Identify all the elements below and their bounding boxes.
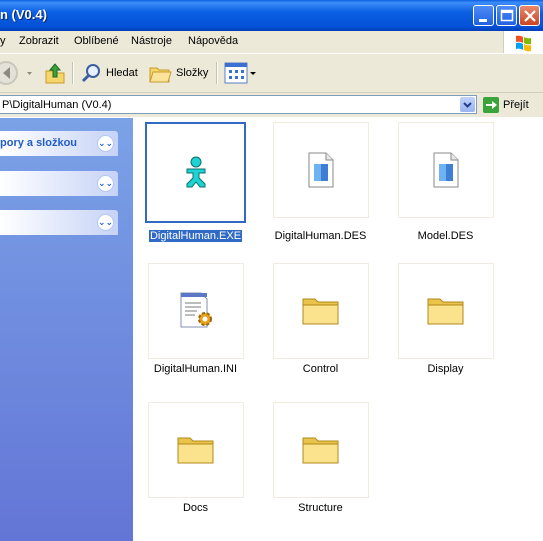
up-folder-icon bbox=[45, 63, 65, 84]
windows-logo bbox=[503, 31, 543, 53]
search-label: Hledat bbox=[106, 67, 138, 79]
thumbnail[interactable] bbox=[148, 402, 244, 498]
address-field[interactable]: P\DigitalHuman (V0.4) bbox=[0, 95, 477, 114]
views-button[interactable] bbox=[224, 60, 258, 86]
windows-flag-icon bbox=[516, 35, 531, 52]
menu-view[interactable]: Zobrazit bbox=[19, 35, 59, 47]
thumbnail[interactable] bbox=[273, 402, 369, 498]
maximize-button[interactable] bbox=[496, 5, 517, 26]
minimize-button[interactable] bbox=[473, 5, 494, 26]
thumbnail[interactable] bbox=[273, 263, 369, 359]
folders-icon bbox=[149, 67, 172, 83]
go-arrow-icon bbox=[483, 97, 499, 113]
close-icon bbox=[524, 10, 536, 22]
thumbnail[interactable] bbox=[398, 122, 494, 218]
thumbnail[interactable] bbox=[148, 263, 244, 359]
exe-person-icon bbox=[186, 156, 205, 187]
up-folder-button[interactable] bbox=[44, 60, 66, 86]
search-button[interactable]: Hledat bbox=[80, 60, 138, 86]
folders-button[interactable]: Složky bbox=[149, 60, 208, 86]
back-arrow-icon bbox=[0, 61, 18, 85]
back-dropdown[interactable] bbox=[26, 60, 34, 86]
thumbnail[interactable] bbox=[145, 122, 246, 223]
folder-icon bbox=[177, 437, 214, 464]
collapse-chevron-icon[interactable]: ⌄⌄ bbox=[97, 135, 114, 152]
expand-chevron-icon[interactable]: ⌄⌄ bbox=[97, 214, 114, 231]
views-icon bbox=[224, 62, 256, 84]
thumbnail[interactable] bbox=[398, 263, 494, 359]
generic-file-icon bbox=[433, 152, 459, 188]
folder-name: Control bbox=[302, 363, 339, 375]
folder-name: Docs bbox=[182, 502, 209, 514]
address-text: P\DigitalHuman (V0.4) bbox=[2, 99, 112, 111]
task-pane: pory a složkou ⌄⌄ ⌄⌄ ⌄⌄ bbox=[0, 118, 133, 541]
menu-favorites[interactable]: Oblíbené bbox=[74, 35, 119, 47]
chevron-down-icon bbox=[463, 102, 472, 108]
task-section-title: pory a složkou bbox=[0, 137, 78, 149]
folder-name: Display bbox=[427, 363, 464, 375]
generic-file-icon bbox=[308, 152, 334, 188]
task-section-file-folder[interactable]: pory a složkou ⌄⌄ bbox=[0, 131, 118, 156]
expand-chevron-icon[interactable]: ⌄⌄ bbox=[97, 175, 114, 192]
menu-file[interactable]: y bbox=[0, 35, 6, 47]
file-name: DigitalHuman.DES bbox=[274, 230, 367, 242]
file-name: Model.DES bbox=[417, 230, 474, 242]
menu-bar: y Zobrazit Oblíbené Nástroje Nápověda bbox=[0, 31, 543, 54]
folder-icon bbox=[302, 437, 339, 464]
folder-name: Structure bbox=[298, 502, 343, 514]
title-bar[interactable]: n (V0.4) bbox=[0, 0, 543, 31]
file-view[interactable]: DigitalHuman.EXE DigitalHuman.DES Model.… bbox=[133, 118, 543, 541]
minimize-icon bbox=[479, 19, 487, 22]
file-name: DigitalHuman.INI bbox=[153, 363, 238, 375]
file-name: DigitalHuman.EXE bbox=[147, 229, 244, 243]
menu-tools[interactable]: Nástroje bbox=[131, 35, 172, 47]
close-button[interactable] bbox=[519, 5, 540, 26]
folder-icon bbox=[302, 298, 339, 325]
search-icon bbox=[81, 64, 100, 83]
address-dropdown-button[interactable] bbox=[460, 97, 475, 112]
maximize-icon bbox=[500, 9, 514, 22]
toolbar: Hledat Složky bbox=[0, 54, 543, 93]
dropdown-arrow-icon bbox=[27, 72, 32, 75]
ini-settings-file-icon bbox=[180, 292, 212, 328]
task-section-details[interactable]: ⌄⌄ bbox=[0, 210, 118, 235]
folders-label: Složky bbox=[176, 67, 209, 79]
thumbnail[interactable] bbox=[273, 122, 369, 218]
task-section-other-places[interactable]: ⌄⌄ bbox=[0, 171, 118, 196]
go-button[interactable]: Přejít bbox=[483, 96, 529, 114]
window-title: n (V0.4) bbox=[0, 7, 47, 22]
menu-help[interactable]: Nápověda bbox=[188, 35, 238, 47]
folder-icon bbox=[427, 298, 464, 325]
back-button[interactable] bbox=[0, 60, 22, 86]
go-label: Přejít bbox=[503, 99, 529, 111]
address-bar: P\DigitalHuman (V0.4) Přejít bbox=[0, 93, 543, 117]
